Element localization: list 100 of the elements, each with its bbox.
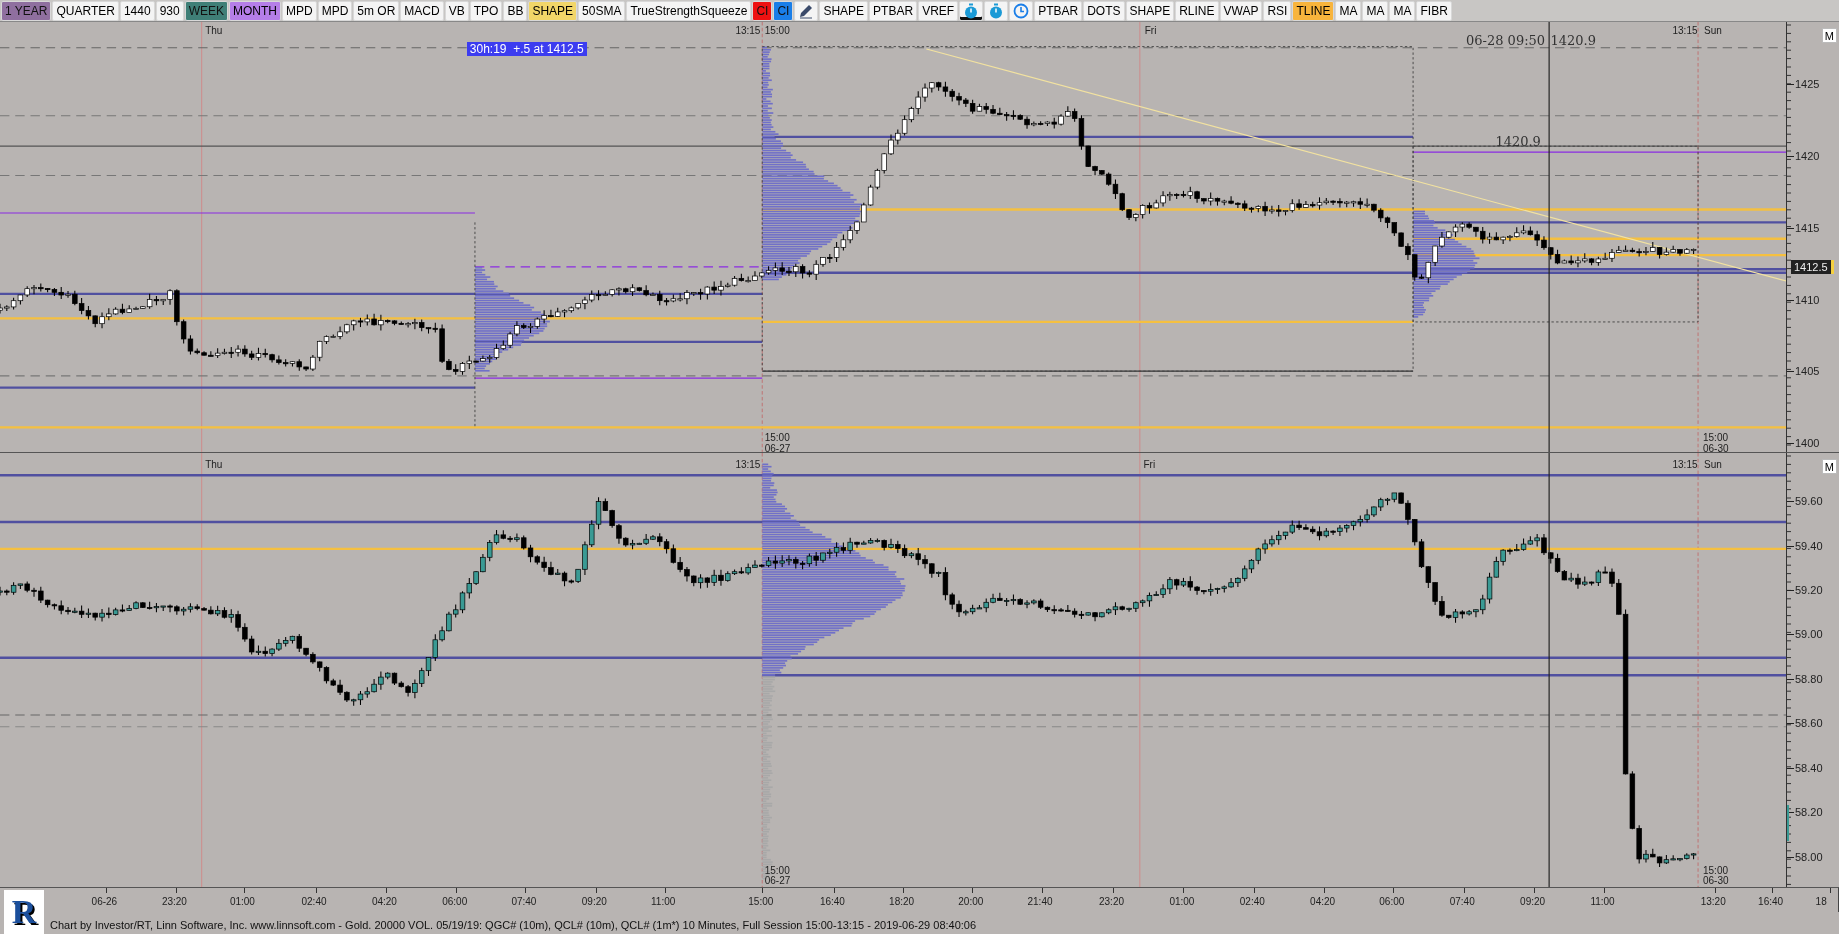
- chart-info-text: Chart by Investor/RT, Linn Software, Inc. www.linnsoft.com - Gold. 20000 VOL. 05/19/19: QGC# (10m), QCL# (10m), QCL# (1m*) 10 Minutes, Full Session 15:00-13:15 - 2019-06-29 08:40:06: [49, 918, 978, 933]
- time-axis-label: 02:40: [301, 896, 327, 907]
- toolbar-button[interactable]: PTBAR: [869, 0, 918, 21]
- axis-tick-label: 58.20: [1795, 805, 1823, 820]
- session-label: Sun: [1704, 25, 1722, 36]
- time-axis-label: 20:00: [958, 896, 984, 907]
- axis-tick-label: 58.60: [1795, 716, 1823, 731]
- session-label: 13:15: [1672, 25, 1698, 36]
- axis-tick-label: 59.40: [1795, 538, 1823, 553]
- toolbar-button[interactable]: FIBR: [1416, 0, 1452, 21]
- toolbar-button[interactable]: MONTH: [229, 0, 281, 21]
- time-axis-label: 01:00: [229, 896, 255, 907]
- session-label: 15:00: [764, 865, 790, 876]
- session-label: 15:00: [1703, 865, 1729, 876]
- time-axis-label: 07:40: [1449, 896, 1475, 907]
- session-label: 06-27: [764, 876, 791, 887]
- axis-tick-label: 59.60: [1795, 494, 1823, 509]
- time-axis-label: 09:20: [1520, 896, 1546, 907]
- toolbar-button[interactable]: VB: [444, 0, 469, 21]
- session-label: 06-30: [1703, 444, 1729, 452]
- toolbar-button[interactable]: BB: [503, 0, 528, 21]
- toolbar-button[interactable]: MPD: [282, 0, 317, 21]
- toolbar-button[interactable]: 930: [155, 0, 184, 21]
- toolbar-button[interactable]: 50SMA: [578, 0, 626, 21]
- pencil-icon[interactable]: [794, 0, 819, 21]
- time-axis-label: 09:20: [581, 896, 607, 907]
- toolbar-button[interactable]: DOTS: [1083, 0, 1125, 21]
- time-axis-label: 07:40: [511, 896, 537, 907]
- session-label: 13:15: [735, 460, 761, 470]
- time-axis-label: 15:00: [748, 896, 774, 907]
- axis-tick-label: 58.40: [1795, 760, 1823, 775]
- time-axis-label: 06:00: [1379, 896, 1405, 907]
- toolbar-button[interactable]: MA: [1335, 0, 1362, 21]
- session-label: 15:00: [1703, 432, 1729, 443]
- axis-tick-label: 1405: [1795, 364, 1820, 379]
- price-annotation: 06-28 09:50: [1466, 33, 1546, 47]
- bar-timer-label: 30h:19 +.5 at 1412.5: [466, 41, 587, 56]
- toolbar-button[interactable]: CI: [773, 0, 794, 21]
- time-axis-label: 23:20: [1099, 896, 1125, 907]
- toolbar-button[interactable]: SHAPE: [819, 0, 869, 21]
- axis-tick-label: 1425: [1795, 77, 1820, 92]
- current-price-label: 1412.5: [1791, 260, 1834, 275]
- axis-tick-label: 58.80: [1795, 671, 1823, 686]
- axis-tick-label: 1415: [1795, 220, 1820, 235]
- axis-mode-button[interactable]: M: [1821, 459, 1837, 474]
- price-annotation: 1420.9: [1550, 33, 1596, 47]
- toolbar-button[interactable]: MA: [1362, 0, 1389, 21]
- toolbar-button[interactable]: QUARTER: [52, 0, 119, 21]
- toolbar-button[interactable]: VREF: [918, 0, 959, 21]
- price-annotation: 1420.9: [1495, 134, 1541, 148]
- toolbar-button[interactable]: MACD: [400, 0, 444, 21]
- axis-tick-label: 1400: [1795, 436, 1820, 450]
- toolbar-button[interactable]: MPD: [317, 0, 353, 21]
- time-axis-label: 02:40: [1239, 896, 1265, 907]
- toolbar-button[interactable]: RLINE: [1175, 0, 1219, 21]
- session-label: Fri: [1143, 460, 1156, 470]
- time-axis-label: 11:00: [1590, 896, 1615, 907]
- toolbar-button[interactable]: WEEK: [184, 0, 228, 21]
- time-axis-label: 18:20: [889, 896, 915, 907]
- toolbar-button[interactable]: 5m OR: [353, 0, 400, 21]
- toolbar-button[interactable]: PTBAR: [1034, 0, 1083, 21]
- session-label: 15:00: [764, 432, 790, 443]
- axis-tick-label: 1420: [1795, 148, 1820, 163]
- session-label: 13:15: [735, 25, 761, 36]
- axis-tick-label: 59.00: [1795, 627, 1823, 642]
- axis-tick-label: 58.00: [1795, 849, 1823, 864]
- session-label: 15:00: [764, 25, 790, 36]
- session-label: Sun: [1704, 460, 1722, 470]
- toolbar-button[interactable]: RSI: [1263, 0, 1292, 21]
- axis-tick-label: 59.20: [1795, 583, 1823, 597]
- session-label: Fri: [1144, 25, 1157, 36]
- time-axis-label: 13:20: [1700, 896, 1726, 907]
- toolbar-button[interactable]: SHAPE: [528, 0, 578, 21]
- time-axis-label: 11:00: [651, 896, 676, 907]
- stopwatch-icon[interactable]: [959, 0, 984, 21]
- session-label: 06-30: [1703, 876, 1729, 887]
- toolbar-button[interactable]: MA: [1389, 0, 1416, 21]
- toolbar-button[interactable]: TrueStrengthSqueeze: [626, 0, 752, 21]
- price-marker: [1787, 804, 1789, 841]
- time-axis-label: 23:20: [161, 896, 187, 907]
- toolbar-button[interactable]: TPO: [469, 0, 503, 21]
- toolbar-button[interactable]: CI: [752, 0, 773, 21]
- toolbar-button[interactable]: TLINE: [1292, 0, 1335, 21]
- time-axis-label: 04:20: [371, 896, 397, 907]
- time-axis-label: 16:40: [819, 896, 845, 907]
- toolbar-button[interactable]: SHAPE: [1125, 0, 1175, 21]
- time-axis-label: 06:00: [442, 896, 468, 907]
- session-label: Thu: [205, 25, 223, 36]
- time-axis-label: 16:40: [1758, 896, 1784, 907]
- axis-tick-label: 1410: [1795, 292, 1820, 307]
- clock-icon[interactable]: [1009, 0, 1034, 21]
- toolbar-button[interactable]: 1 YEAR: [1, 0, 52, 21]
- time-axis-label: 04:20: [1310, 896, 1336, 907]
- session-label: 13:15: [1672, 460, 1698, 470]
- app-logo: R: [4, 890, 44, 934]
- toolbar-button[interactable]: VWAP: [1219, 0, 1263, 21]
- toolbar-button[interactable]: 1440: [119, 0, 155, 21]
- time-axis-label: 06-26: [91, 896, 118, 907]
- session-label: Thu: [205, 460, 223, 470]
- axis-mode-button[interactable]: M: [1821, 28, 1837, 43]
